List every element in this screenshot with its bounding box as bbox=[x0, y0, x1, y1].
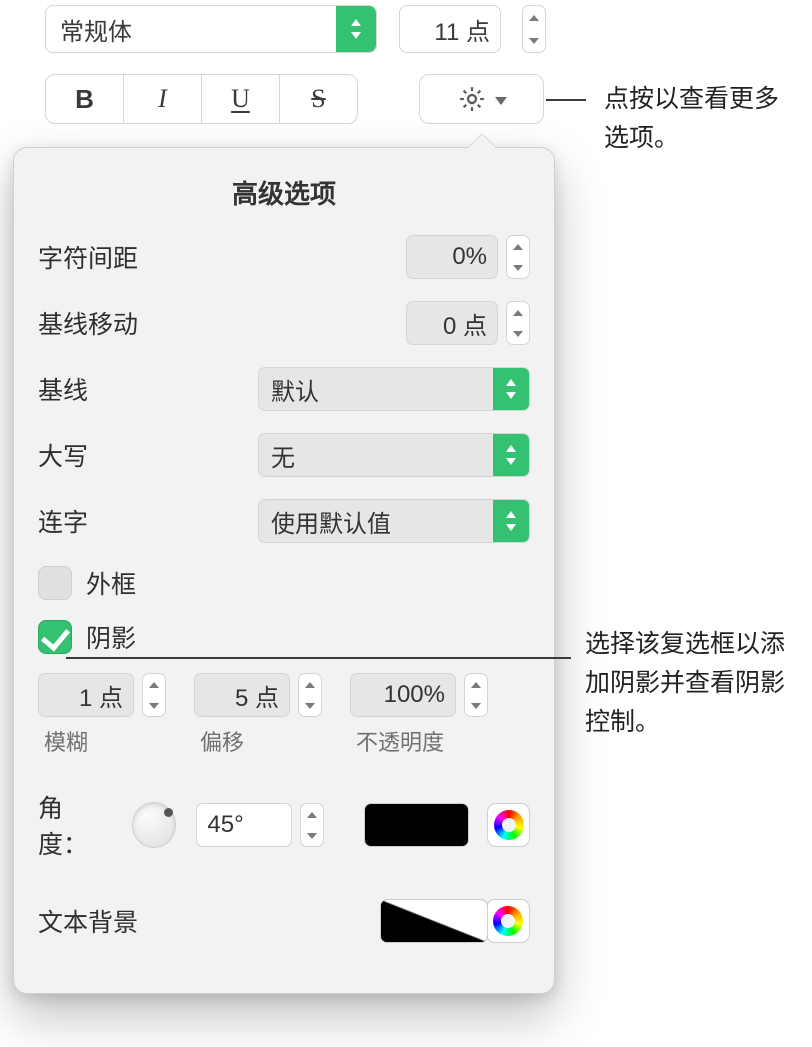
shadow-opacity-field[interactable]: 100% bbox=[350, 673, 456, 717]
text-bg-label: 文本背景 bbox=[38, 903, 380, 939]
stepper-down-icon[interactable] bbox=[301, 825, 323, 846]
char-spacing-field[interactable]: 0% bbox=[406, 235, 498, 279]
stepper-down-icon[interactable] bbox=[507, 323, 529, 344]
select-caret-icon bbox=[493, 368, 529, 410]
stepper-down-icon[interactable] bbox=[299, 695, 321, 716]
shadow-blur-field[interactable]: 1 点 bbox=[38, 673, 134, 717]
popover-arrow-icon bbox=[468, 134, 496, 148]
capitalization-select[interactable]: 无 bbox=[258, 433, 530, 477]
outline-checkbox[interactable] bbox=[38, 566, 72, 600]
shadow-angle-label: 角度： bbox=[38, 789, 112, 861]
shadow-blur-stepper[interactable] bbox=[142, 673, 166, 717]
baseline-shift-field[interactable]: 0 点 bbox=[406, 301, 498, 345]
font-style-select[interactable]: 常规体 bbox=[45, 5, 377, 53]
bold-button[interactable]: B bbox=[46, 75, 124, 123]
font-size-stepper[interactable] bbox=[522, 5, 546, 53]
baseline-value: 默认 bbox=[259, 372, 493, 407]
stepper-up-icon[interactable] bbox=[507, 302, 529, 323]
font-size-field[interactable]: 11 点 bbox=[399, 5, 501, 53]
shadow-blur-label: 模糊 bbox=[38, 725, 166, 757]
gear-icon bbox=[457, 84, 487, 114]
ligatures-label: 连字 bbox=[38, 503, 258, 539]
baseline-select[interactable]: 默认 bbox=[258, 367, 530, 411]
ligatures-select[interactable]: 使用默认值 bbox=[258, 499, 530, 543]
color-wheel-icon bbox=[493, 906, 523, 936]
shadow-color-well[interactable] bbox=[364, 803, 469, 847]
font-style-value: 常规体 bbox=[46, 12, 336, 47]
stepper-up-icon[interactable] bbox=[507, 236, 529, 257]
text-bg-color-well[interactable] bbox=[380, 899, 488, 943]
shadow-opacity-stepper[interactable] bbox=[464, 673, 488, 717]
stepper-up-icon[interactable] bbox=[301, 804, 323, 825]
stepper-up-icon[interactable] bbox=[143, 674, 165, 695]
char-spacing-label: 字符间距 bbox=[38, 239, 406, 275]
shadow-offset-field[interactable]: 5 点 bbox=[194, 673, 290, 717]
gear-callout-text: 点按以查看更多选项。 bbox=[604, 80, 794, 158]
shadow-angle-stepper[interactable] bbox=[300, 803, 324, 847]
popover-title: 高级选项 bbox=[14, 148, 554, 235]
outline-label: 外框 bbox=[86, 565, 136, 601]
shadow-label: 阴影 bbox=[86, 619, 136, 655]
underline-button[interactable]: U bbox=[202, 75, 280, 123]
shadow-angle-dial[interactable] bbox=[132, 802, 177, 848]
callout-leader-line bbox=[546, 99, 586, 101]
capitalization-label: 大写 bbox=[38, 437, 258, 473]
font-style-caret bbox=[336, 6, 376, 52]
italic-button[interactable]: I bbox=[124, 75, 202, 123]
baseline-shift-label: 基线移动 bbox=[38, 305, 406, 341]
capitalization-value: 无 bbox=[259, 438, 493, 473]
shadow-callout-text: 选择该复选框以添加阴影并查看阴影控制。 bbox=[585, 625, 800, 741]
font-size-value: 11 点 bbox=[434, 12, 490, 47]
stepper-down-icon[interactable] bbox=[523, 29, 545, 52]
stepper-up-icon[interactable] bbox=[299, 674, 321, 695]
color-wheel-icon bbox=[494, 810, 524, 840]
callout-leader-line bbox=[66, 657, 571, 659]
stepper-up-icon[interactable] bbox=[465, 674, 487, 695]
shadow-offset-label: 偏移 bbox=[194, 725, 322, 757]
shadow-offset-stepper[interactable] bbox=[298, 673, 322, 717]
text-style-segmented: B I U S bbox=[45, 74, 358, 124]
strikethrough-button[interactable]: S bbox=[280, 75, 357, 123]
stepper-up-icon[interactable] bbox=[523, 6, 545, 29]
baseline-label: 基线 bbox=[38, 371, 258, 407]
shadow-opacity-label: 不透明度 bbox=[350, 725, 488, 757]
advanced-options-button[interactable] bbox=[419, 74, 544, 124]
stepper-down-icon[interactable] bbox=[465, 695, 487, 716]
stepper-down-icon[interactable] bbox=[507, 257, 529, 278]
baseline-shift-stepper[interactable] bbox=[506, 301, 530, 345]
shadow-color-picker-button[interactable] bbox=[487, 803, 530, 847]
select-caret-icon bbox=[493, 434, 529, 476]
ligatures-value: 使用默认值 bbox=[259, 504, 493, 539]
advanced-options-popover: 高级选项 字符间距 0% 基线移动 0 点 基线 bbox=[13, 147, 555, 994]
chevron-down-icon bbox=[495, 97, 507, 105]
select-caret-icon bbox=[493, 500, 529, 542]
shadow-angle-field[interactable]: 45° bbox=[196, 803, 292, 847]
char-spacing-stepper[interactable] bbox=[506, 235, 530, 279]
stepper-down-icon[interactable] bbox=[143, 695, 165, 716]
text-bg-color-picker-button[interactable] bbox=[486, 899, 530, 943]
shadow-checkbox[interactable] bbox=[38, 620, 72, 654]
